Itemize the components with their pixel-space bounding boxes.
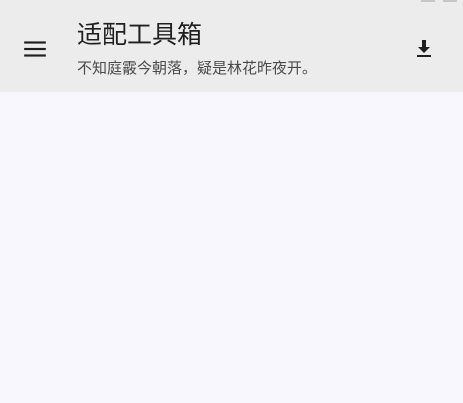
app-window: 适配工具箱 不知庭霰今朝落，疑是林花昨夜开。: [0, 0, 463, 403]
download-button[interactable]: [404, 29, 444, 69]
menu-icon: [24, 41, 46, 57]
menu-button[interactable]: [15, 29, 55, 69]
corner-mark: [421, 0, 435, 2]
top-app-bar: 适配工具箱 不知庭霰今朝落，疑是林花昨夜开。: [0, 0, 463, 92]
app-subtitle: 不知庭霰今朝落，疑是林花昨夜开。: [77, 59, 318, 77]
main-content: [0, 92, 463, 403]
window-corner-marks: [421, 0, 457, 2]
app-title: 适配工具箱: [77, 20, 203, 49]
title-block: 适配工具箱 不知庭霰今朝落，疑是林花昨夜开。: [77, 18, 377, 78]
download-icon: [417, 40, 431, 57]
corner-mark: [443, 0, 457, 2]
